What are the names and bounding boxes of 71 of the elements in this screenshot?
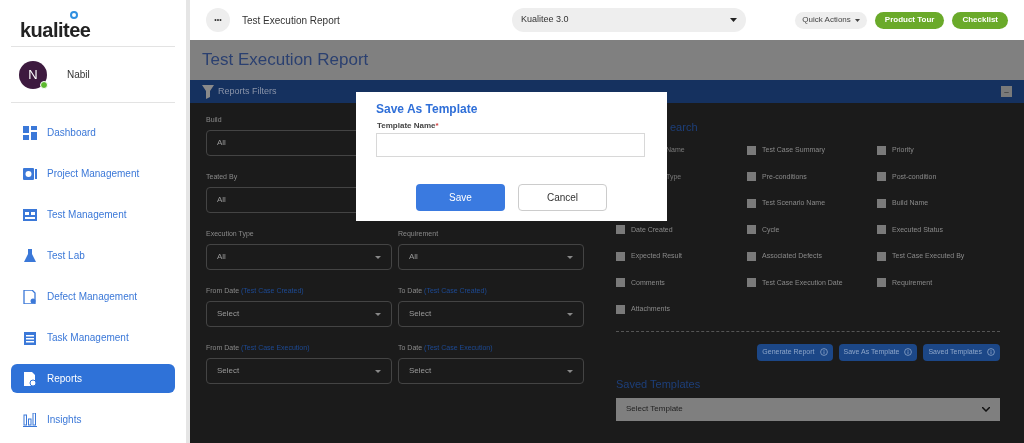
collapse-button[interactable]: – bbox=[1001, 86, 1012, 97]
checkbox[interactable] bbox=[747, 198, 756, 208]
checkbox[interactable] bbox=[877, 278, 886, 288]
checkbox[interactable] bbox=[877, 225, 886, 235]
filter-icon bbox=[202, 84, 214, 99]
select-field[interactable]: Select bbox=[206, 358, 392, 384]
template-select[interactable]: Select Template bbox=[616, 397, 1000, 421]
nav-item[interactable]: Test Management bbox=[11, 200, 175, 229]
logo-pin-icon bbox=[70, 11, 78, 19]
insights-icon bbox=[23, 412, 37, 427]
caret-icon bbox=[730, 18, 737, 22]
checkbox[interactable] bbox=[616, 251, 625, 261]
checkbox[interactable] bbox=[747, 145, 756, 155]
nav-item[interactable]: Test Lab bbox=[11, 241, 175, 270]
nav-item[interactable]: Defect Management bbox=[11, 282, 175, 311]
checkbox[interactable] bbox=[616, 304, 625, 314]
checkbox[interactable] bbox=[747, 225, 756, 235]
select-field[interactable]: Select bbox=[398, 301, 584, 327]
save-button[interactable]: Save bbox=[416, 184, 505, 211]
caret-icon bbox=[375, 312, 381, 316]
checkbox[interactable] bbox=[616, 278, 625, 288]
project-icon bbox=[23, 166, 37, 181]
checkbox[interactable] bbox=[747, 251, 756, 261]
avatar: N bbox=[19, 60, 47, 89]
info-icon bbox=[819, 348, 828, 356]
checkbox[interactable] bbox=[747, 172, 756, 182]
header-button[interactable]: Checklist bbox=[952, 11, 1008, 29]
page-title: Test Execution Report bbox=[202, 49, 369, 72]
checkbox[interactable] bbox=[877, 145, 886, 155]
nav-item[interactable]: Task Management bbox=[11, 323, 175, 352]
nav-item[interactable]: Dashboard bbox=[11, 118, 175, 147]
filter-title: Reports Filters bbox=[218, 84, 278, 98]
test-icon bbox=[23, 207, 37, 222]
nav-item[interactable]: Reports bbox=[11, 364, 175, 393]
info-icon bbox=[987, 348, 995, 356]
select-field[interactable]: Select bbox=[398, 358, 584, 384]
checkbox[interactable] bbox=[877, 251, 886, 261]
field-label: Template Name* bbox=[376, 120, 440, 132]
caret-icon bbox=[567, 369, 573, 373]
checkbox[interactable] bbox=[877, 198, 886, 208]
nav-item[interactable]: Insights bbox=[11, 405, 175, 434]
cancel-button[interactable]: Cancel bbox=[518, 184, 607, 211]
project-dropdown[interactable]: Kualitee 3.0 bbox=[512, 8, 746, 32]
checkbox[interactable] bbox=[877, 172, 886, 182]
caret-icon bbox=[375, 255, 381, 259]
header-title: Test Execution Report bbox=[242, 13, 341, 28]
header-button[interactable]: Product Tour bbox=[874, 11, 945, 29]
checkbox[interactable] bbox=[747, 278, 756, 288]
user-name: Nabil bbox=[67, 68, 90, 82]
defect-icon bbox=[23, 289, 37, 304]
select-field[interactable]: All bbox=[206, 244, 392, 270]
quick-search-heading: earch bbox=[669, 120, 699, 135]
dialog-title: Save As Template bbox=[376, 101, 479, 118]
select-field[interactable]: All bbox=[398, 244, 584, 270]
task-icon bbox=[23, 330, 37, 345]
template-name-field[interactable] bbox=[376, 133, 645, 157]
quick-actions-button[interactable]: Quick Actions bbox=[795, 11, 867, 29]
caret-icon bbox=[567, 312, 573, 316]
caret-icon bbox=[567, 255, 573, 259]
caret-icon bbox=[375, 369, 381, 373]
saved-templates-heading: Saved Templates bbox=[616, 376, 702, 392]
select-field[interactable]: Select bbox=[206, 301, 392, 327]
dashboard-icon bbox=[23, 125, 37, 140]
caret-icon bbox=[854, 18, 860, 22]
logo-text: kualitee bbox=[20, 20, 91, 40]
info-icon bbox=[904, 348, 913, 356]
chevron-icon bbox=[982, 406, 990, 412]
reports-icon bbox=[23, 371, 37, 386]
nav-item[interactable]: Project Management bbox=[11, 159, 175, 188]
lab-icon bbox=[23, 248, 37, 263]
checkbox[interactable] bbox=[616, 225, 625, 235]
